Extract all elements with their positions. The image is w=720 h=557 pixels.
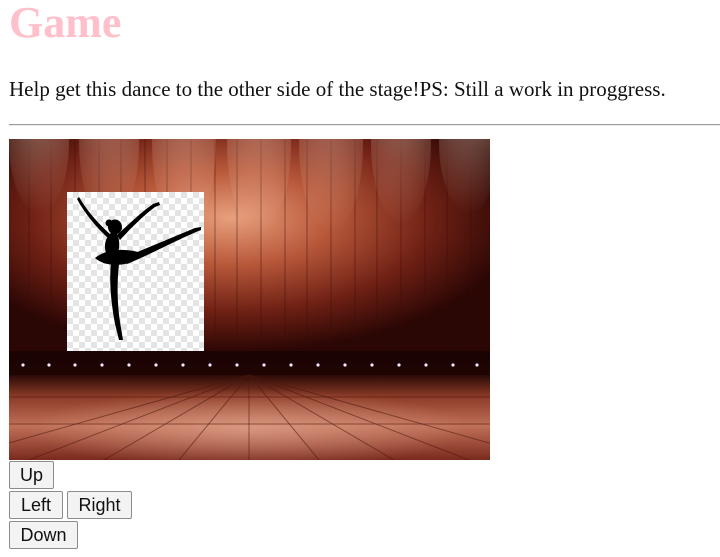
left-button[interactable]: Left [9,491,63,519]
down-button[interactable]: Down [9,521,78,549]
up-button[interactable]: Up [9,461,54,489]
ballerina-sprite [67,192,204,351]
divider [9,124,720,126]
game-stage [9,139,490,460]
intro-text: Help get this dance to the other side of… [9,77,666,101]
page: Game Help get this dance to the other si… [0,0,720,557]
page-title: Game [9,0,122,47]
ballerina-silhouette-icon [77,197,201,340]
right-button[interactable]: Right [67,491,132,519]
